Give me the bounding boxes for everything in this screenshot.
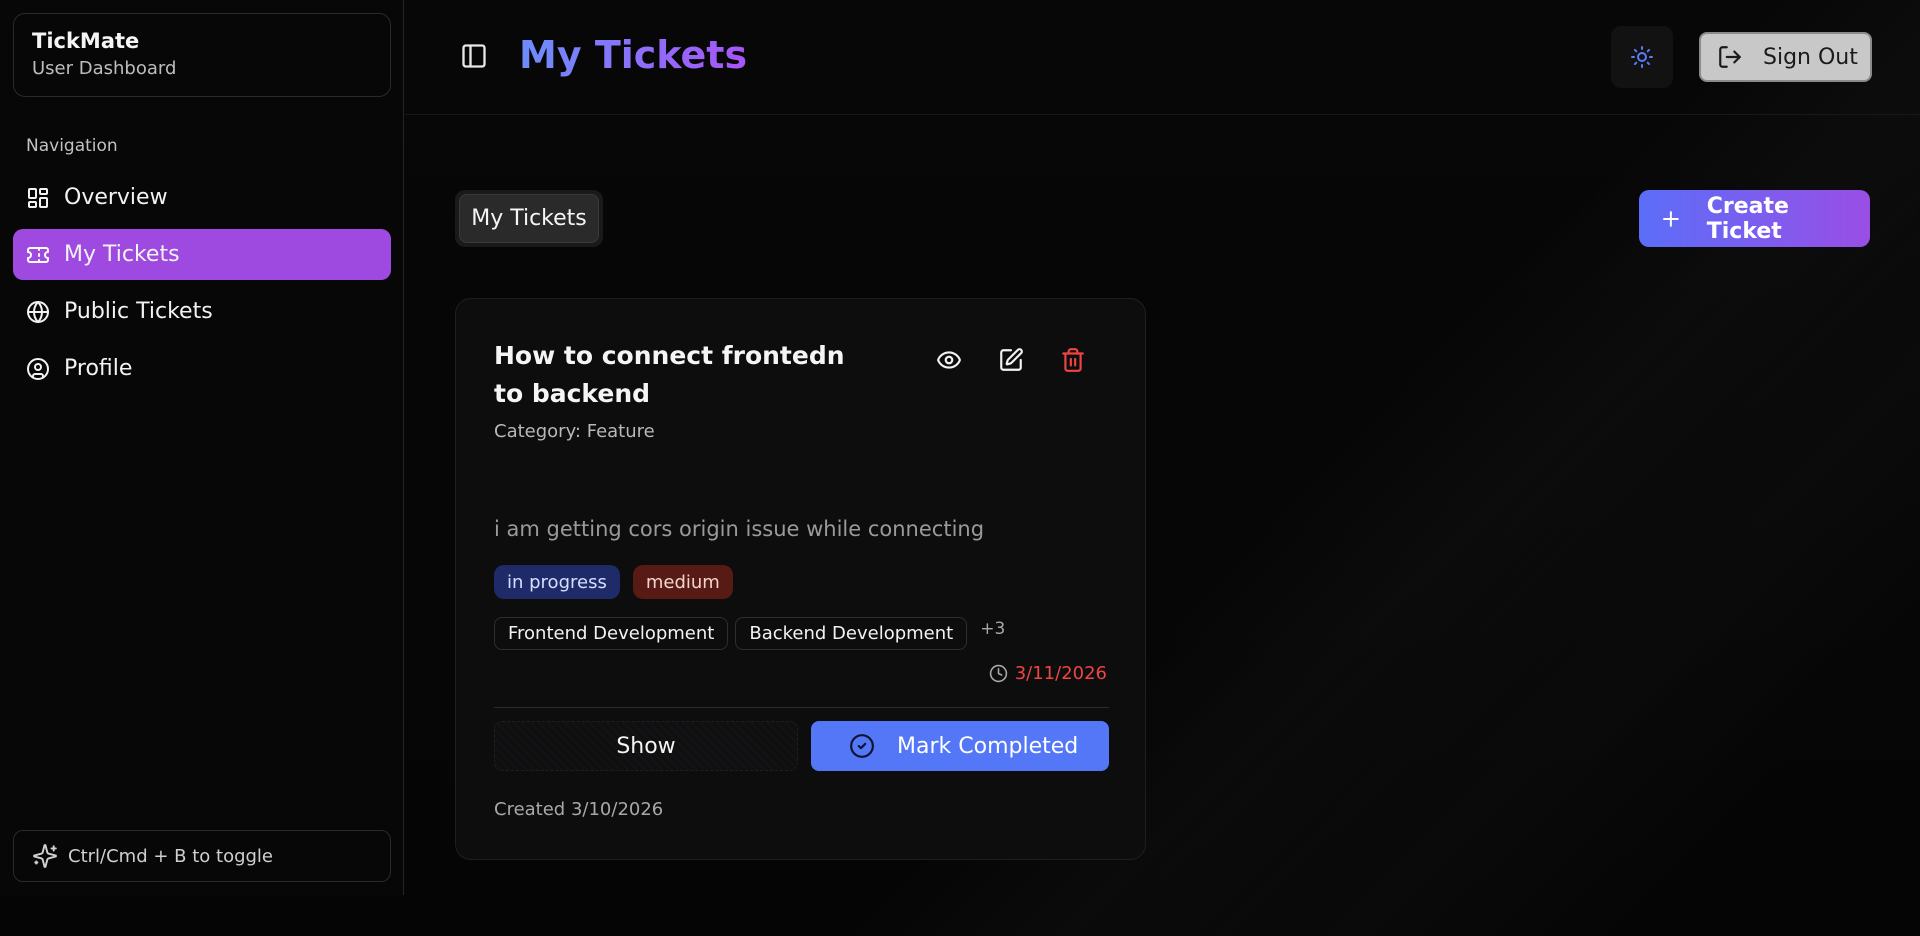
ticket-tags: Frontend Development Backend Development… [494,617,1005,650]
edit-icon [1000,348,1023,371]
ticket-card: How to connect frontedn to backend Categ… [455,298,1146,860]
tab-my-tickets[interactable]: My Tickets [459,194,599,243]
sign-out-label: Sign Out [1763,44,1858,70]
sidebar-item-label: Public Tickets [64,299,213,324]
sidebar-item-profile[interactable]: Profile [13,343,391,394]
ticket-badges: in progress medium [494,565,733,599]
app-title: TickMate [32,29,140,53]
panel-left-icon [462,44,486,68]
page-title: My Tickets [519,33,748,77]
create-ticket-label: Create Ticket [1706,193,1789,244]
priority-badge: medium [632,565,733,599]
top-header: My Tickets Sign Out [405,0,1920,115]
sidebar-item-label: My Tickets [64,242,180,267]
show-button[interactable]: Show [494,721,798,771]
sidebar-item-overview[interactable]: Overview [13,172,391,223]
sparkles-icon [33,844,57,868]
ticket-icon [27,246,49,263]
sidebar: TickMate User Dashboard Navigation Overv… [0,0,404,895]
tag-chip: Frontend Development [494,617,729,650]
edit-ticket-button[interactable] [998,347,1024,377]
log-out-icon [1719,46,1741,68]
plus-icon [1662,210,1679,227]
delete-ticket-button[interactable] [1060,347,1086,377]
app-subtitle: User Dashboard [32,58,177,79]
globe-icon [27,300,49,323]
sidebar-item-my-tickets[interactable]: My Tickets [13,229,391,280]
more-tags-count: +3 [980,619,1006,639]
sidebar-toggle-hint[interactable]: Ctrl/Cmd + B to toggle [13,830,391,882]
sidebar-item-label: Profile [64,356,133,381]
theme-toggle-button[interactable] [1611,26,1673,88]
mark-completed-label: Mark Completed [897,733,1079,759]
tag-chip: Backend Development [735,617,968,650]
check-circle-icon [850,734,874,758]
dashboard-icon [28,187,48,208]
view-ticket-button[interactable] [936,347,962,377]
create-ticket-button[interactable]: Create Ticket [1639,190,1870,247]
created-date: Created 3/10/2026 [494,799,664,820]
brand-card[interactable]: TickMate User Dashboard [13,13,391,97]
mark-completed-button[interactable]: Mark Completed [811,721,1109,771]
ticket-category: Category: Feature [494,421,655,442]
clock-icon [989,664,1007,683]
nav-heading: Navigation [26,136,118,156]
eye-icon [937,351,961,369]
ticket-description: i am getting cors origin issue while con… [494,517,985,541]
due-date-value: 3/11/2026 [1014,663,1107,684]
tab-list: My Tickets [455,190,603,247]
user-circle-icon [27,357,49,380]
ticket-actions [936,347,1086,377]
sidebar-item-label: Overview [64,185,168,210]
card-divider [494,707,1109,708]
sidebar-item-public-tickets[interactable]: Public Tickets [13,286,391,337]
ticket-title: How to connect frontedn to backend [494,341,845,408]
status-badge: in progress [494,565,620,599]
due-date: 3/11/2026 [989,663,1107,684]
sun-icon [1631,46,1653,68]
toggle-hint-label: Ctrl/Cmd + B to toggle [68,845,274,867]
sidebar-toggle-button[interactable] [460,42,488,70]
sign-out-button[interactable]: Sign Out [1699,32,1872,82]
trash-icon [1062,348,1084,372]
